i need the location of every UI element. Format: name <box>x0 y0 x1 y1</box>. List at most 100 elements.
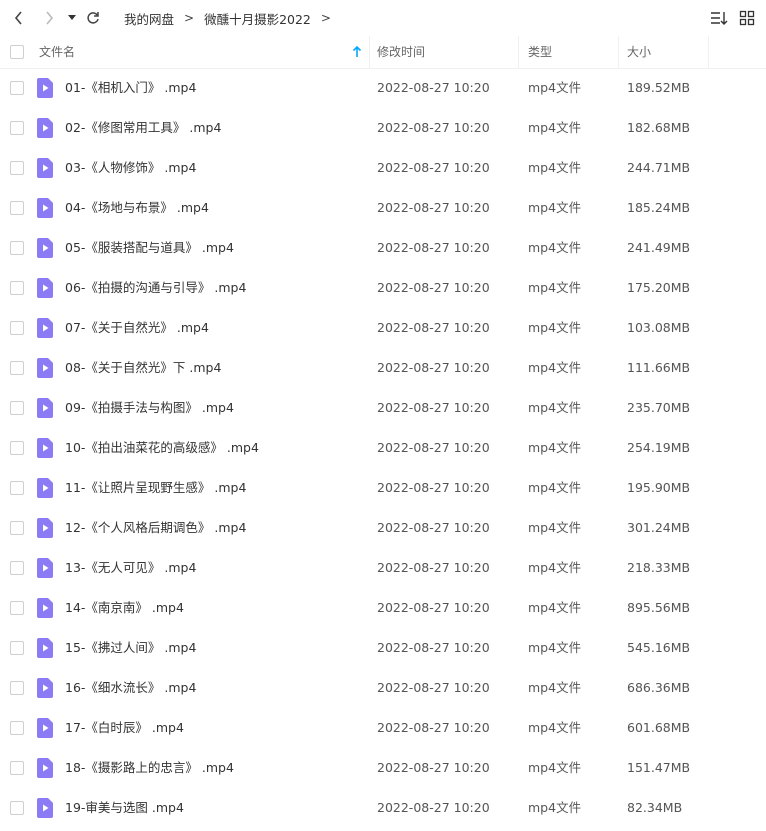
file-modified-time: 2022-08-27 10:20 <box>377 320 490 335</box>
file-type: mp4文件 <box>528 320 582 335</box>
table-row[interactable]: 17-《白时辰》 .mp4 2022-08-27 10:20 mp4文件 601.68… <box>0 708 766 748</box>
file-name[interactable]: 04-《场地与布景》 .mp4 <box>65 188 209 228</box>
table-row[interactable]: 02-《修图常用工具》 .mp4 2022-08-27 10:20 mp4文件 182… <box>0 108 766 148</box>
file-name[interactable]: 05-《服装搭配与道具》 .mp4 <box>65 228 234 268</box>
file-name[interactable]: 18-《摄影路上的忠言》 .mp4 <box>65 748 234 788</box>
history-dropdown-button[interactable] <box>64 8 80 28</box>
file-name[interactable]: 09-《拍摄手法与构图》 .mp4 <box>65 388 234 428</box>
file-name[interactable]: 06-《拍摄的沟通与引导》 .mp4 <box>65 268 246 308</box>
table-row[interactable]: 12-《个人风格后期调色》 .mp4 2022-08-27 10:20 mp4文件 3… <box>0 508 766 548</box>
table-row[interactable]: 03-《人物修饰》 .mp4 2022-08-27 10:20 mp4文件 244.7… <box>0 148 766 188</box>
file-type: mp4文件 <box>528 240 582 255</box>
row-checkbox[interactable] <box>10 801 24 815</box>
table-row[interactable]: 10-《拍出油菜花的高级感》 .mp4 2022-08-27 10:20 mp4文件… <box>0 428 766 468</box>
row-checkbox[interactable] <box>10 441 24 455</box>
row-checkbox[interactable] <box>10 721 24 735</box>
table-row[interactable]: 07-《关于自然光》 .mp4 2022-08-27 10:20 mp4文件 103.… <box>0 308 766 348</box>
table-row[interactable]: 04-《场地与布景》 .mp4 2022-08-27 10:20 mp4文件 185.… <box>0 188 766 228</box>
file-type: mp4文件 <box>528 80 582 95</box>
table-row[interactable]: 08-《关于自然光》下 .mp4 2022-08-27 10:20 mp4文件 111… <box>0 348 766 388</box>
video-file-icon <box>37 758 53 778</box>
file-name[interactable]: 03-《人物修饰》 .mp4 <box>65 148 196 188</box>
breadcrumb-trailing-separator[interactable]: > <box>321 11 331 25</box>
table-row[interactable]: 16-《细水流长》 .mp4 2022-08-27 10:20 mp4文件 686.3… <box>0 668 766 708</box>
file-type: mp4文件 <box>528 640 582 655</box>
video-file-icon <box>37 598 53 618</box>
table-row[interactable]: 14-《南京南》 .mp4 2022-08-27 10:20 mp4文件 895.56… <box>0 588 766 628</box>
video-file-icon <box>37 638 53 658</box>
file-size: 175.20MB <box>627 280 691 295</box>
file-modified-time: 2022-08-27 10:20 <box>377 800 490 815</box>
file-modified-time: 2022-08-27 10:20 <box>377 520 490 535</box>
breadcrumb-folder[interactable]: 微醺十月摄影2022 <box>204 9 311 28</box>
column-divider[interactable] <box>618 36 619 68</box>
file-name[interactable]: 16-《细水流长》 .mp4 <box>65 668 196 708</box>
row-checkbox[interactable] <box>10 521 24 535</box>
file-size: 254.19MB <box>627 440 691 455</box>
file-name[interactable]: 07-《关于自然光》 .mp4 <box>65 308 209 348</box>
column-divider[interactable] <box>369 36 370 68</box>
column-header-modified[interactable]: 修改时间 <box>377 36 425 68</box>
file-size: 103.08MB <box>627 320 691 335</box>
file-name[interactable]: 19-审美与选图 .mp4 <box>65 788 184 828</box>
file-name[interactable]: 01-《相机入门》 .mp4 <box>65 68 196 108</box>
file-name[interactable]: 10-《拍出油菜花的高级感》 .mp4 <box>65 428 259 468</box>
column-header-type[interactable]: 类型 <box>528 36 552 68</box>
file-name[interactable]: 13-《无人可见》 .mp4 <box>65 548 196 588</box>
table-row[interactable]: 18-《摄影路上的忠言》 .mp4 2022-08-27 10:20 mp4文件 15… <box>0 748 766 788</box>
file-modified-time: 2022-08-27 10:20 <box>377 280 490 295</box>
breadcrumb-root[interactable]: 我的网盘 <box>124 9 174 28</box>
refresh-button[interactable] <box>83 8 103 28</box>
sort-button[interactable] <box>709 8 729 28</box>
file-size: 182.68MB <box>627 120 691 135</box>
column-header-name[interactable]: 文件名 <box>39 36 75 68</box>
column-divider[interactable] <box>708 36 709 68</box>
row-checkbox[interactable] <box>10 401 24 415</box>
row-checkbox[interactable] <box>10 601 24 615</box>
file-size: 244.71MB <box>627 160 691 175</box>
video-file-icon <box>37 438 53 458</box>
select-all-checkbox[interactable] <box>10 45 24 59</box>
video-file-icon <box>37 718 53 738</box>
column-divider[interactable] <box>518 36 519 68</box>
row-checkbox[interactable] <box>10 321 24 335</box>
grid-view-button[interactable] <box>737 8 757 28</box>
table-row[interactable]: 19-审美与选图 .mp4 2022-08-27 10:20 mp4文件 82.34M… <box>0 788 766 828</box>
row-checkbox[interactable] <box>10 641 24 655</box>
row-checkbox[interactable] <box>10 81 24 95</box>
video-file-icon <box>37 798 53 818</box>
file-name[interactable]: 15-《拂过人间》 .mp4 <box>65 628 196 668</box>
row-checkbox[interactable] <box>10 361 24 375</box>
row-checkbox[interactable] <box>10 241 24 255</box>
row-checkbox[interactable] <box>10 561 24 575</box>
file-name[interactable]: 17-《白时辰》 .mp4 <box>65 708 184 748</box>
file-size: 195.90MB <box>627 480 691 495</box>
table-row[interactable]: 09-《拍摄手法与构图》 .mp4 2022-08-27 10:20 mp4文件 23… <box>0 388 766 428</box>
table-row[interactable]: 05-《服装搭配与道具》 .mp4 2022-08-27 10:20 mp4文件 24… <box>0 228 766 268</box>
forward-button[interactable] <box>39 8 59 28</box>
table-row[interactable]: 01-《相机入门》 .mp4 2022-08-27 10:20 mp4文件 189.5… <box>0 68 766 108</box>
file-size: 185.24MB <box>627 200 691 215</box>
table-row[interactable]: 15-《拂过人间》 .mp4 2022-08-27 10:20 mp4文件 545.1… <box>0 628 766 668</box>
file-name[interactable]: 12-《个人风格后期调色》 .mp4 <box>65 508 246 548</box>
table-row[interactable]: 06-《拍摄的沟通与引导》 .mp4 2022-08-27 10:20 mp4文件 1… <box>0 268 766 308</box>
file-name[interactable]: 08-《关于自然光》下 .mp4 <box>65 348 221 388</box>
column-header-size[interactable]: 大小 <box>627 36 651 68</box>
row-checkbox[interactable] <box>10 761 24 775</box>
table-row[interactable]: 13-《无人可见》 .mp4 2022-08-27 10:20 mp4文件 218.3… <box>0 548 766 588</box>
row-checkbox[interactable] <box>10 161 24 175</box>
file-name[interactable]: 11-《让照片呈现野生感》 .mp4 <box>65 468 246 508</box>
row-checkbox[interactable] <box>10 201 24 215</box>
file-type: mp4文件 <box>528 280 582 295</box>
row-checkbox[interactable] <box>10 281 24 295</box>
back-button[interactable] <box>9 8 29 28</box>
file-name[interactable]: 02-《修图常用工具》 .mp4 <box>65 108 221 148</box>
table-row[interactable]: 11-《让照片呈现野生感》 .mp4 2022-08-27 10:20 mp4文件 1… <box>0 468 766 508</box>
row-checkbox[interactable] <box>10 481 24 495</box>
file-name[interactable]: 14-《南京南》 .mp4 <box>65 588 184 628</box>
file-type: mp4文件 <box>528 160 582 175</box>
file-modified-time: 2022-08-27 10:20 <box>377 240 490 255</box>
row-checkbox[interactable] <box>10 681 24 695</box>
row-checkbox[interactable] <box>10 121 24 135</box>
file-type: mp4文件 <box>528 120 582 135</box>
